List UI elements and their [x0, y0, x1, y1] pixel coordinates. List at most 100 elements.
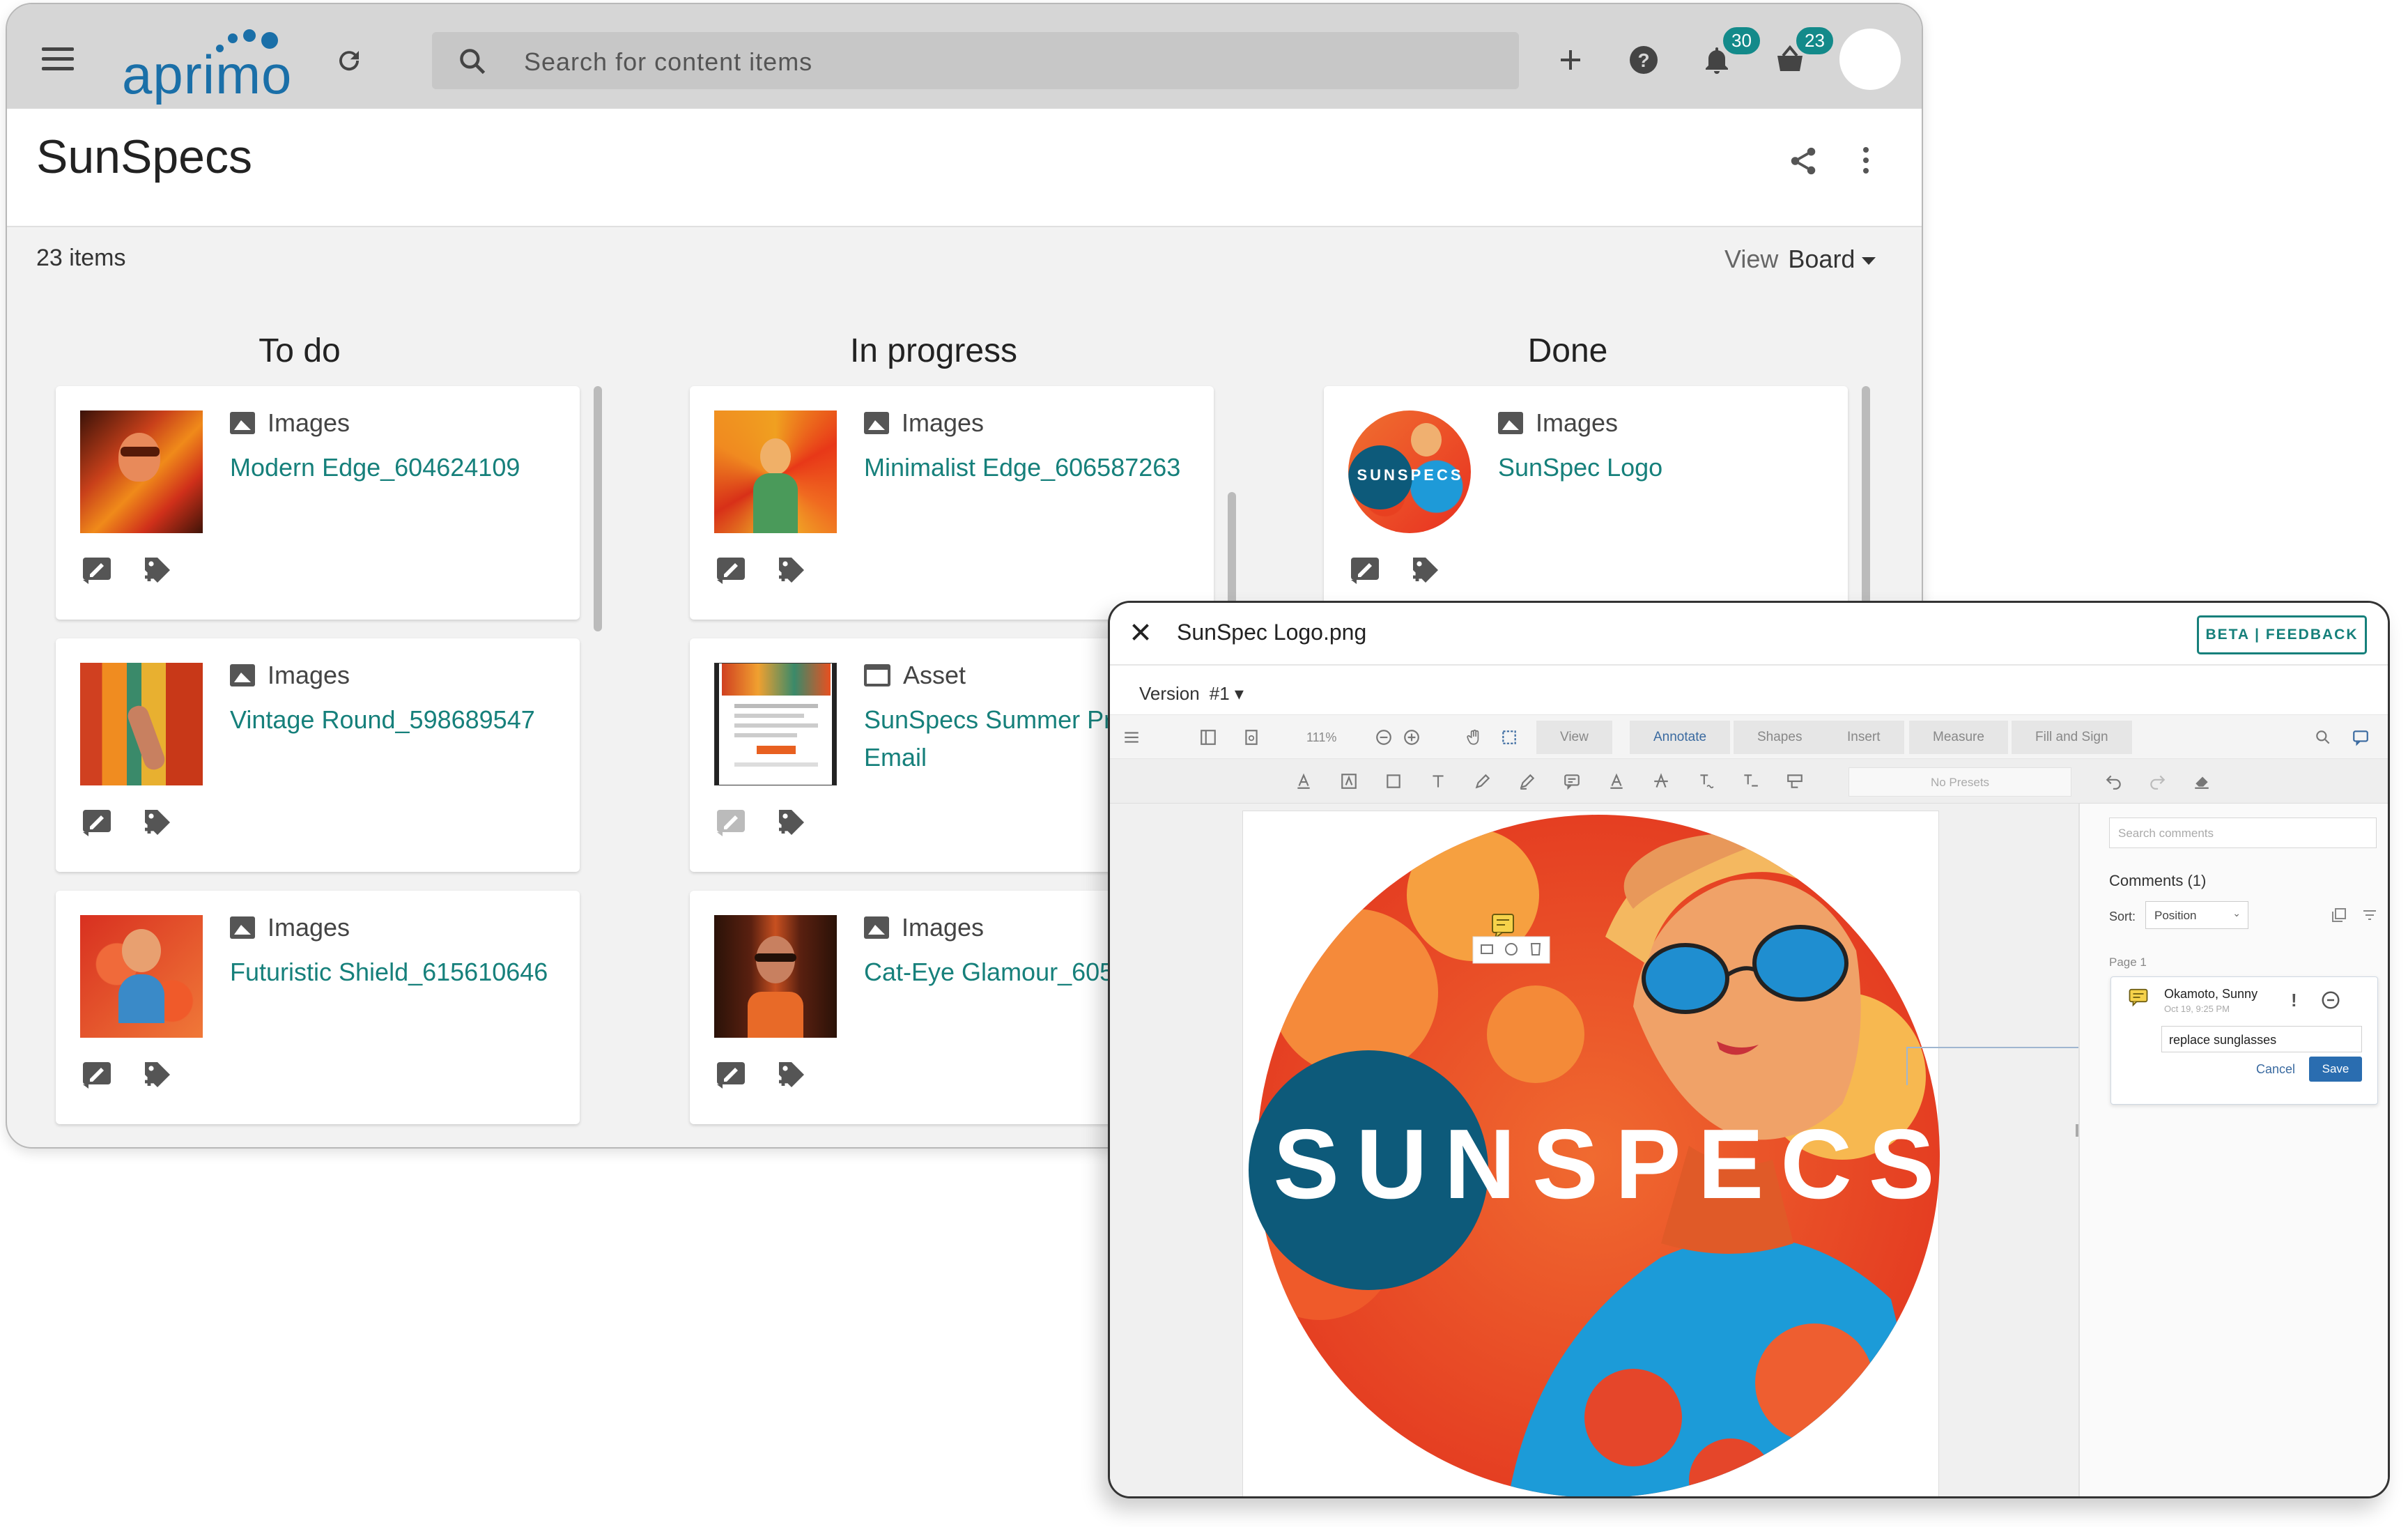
comment-date: Oct 19, 9:25 PM [2164, 1004, 2230, 1014]
sort-dropdown[interactable]: Position ⌄ [2145, 901, 2248, 929]
tab-shapes[interactable]: Shapes [1734, 721, 1826, 754]
add-tag-icon[interactable] [141, 1058, 174, 1091]
tab-measure[interactable]: Measure [1909, 721, 2008, 754]
board-card[interactable]: Images Vintage Round_598689547 [56, 638, 580, 872]
user-avatar[interactable] [1839, 29, 1901, 90]
strikeout-icon[interactable] [1652, 772, 1670, 790]
undo-icon[interactable] [2105, 772, 2123, 790]
add-tag-icon[interactable] [1409, 553, 1442, 587]
squiggly-icon[interactable] [1697, 772, 1715, 790]
cancel-button[interactable]: Cancel [2256, 1062, 2295, 1077]
annotate-icon[interactable] [80, 806, 114, 839]
page-header: SunSpecs [7, 109, 1922, 227]
card-title-link[interactable]: Modern Edge_604624109 [230, 449, 564, 486]
board-card[interactable]: Images Futuristic Shield_615610646 [56, 891, 580, 1124]
chevron-down-icon [1862, 256, 1876, 265]
free-text-icon[interactable] [1340, 772, 1358, 790]
svg-text:?: ? [1637, 49, 1649, 71]
tab-annotate[interactable]: Annotate [1630, 721, 1731, 754]
view-selector[interactable]: View Board [1724, 245, 1876, 274]
save-button[interactable]: Save [2309, 1057, 2362, 1082]
comment-text-input[interactable]: replace sunglasses [2161, 1026, 2362, 1052]
priority-icon[interactable]: ! [2291, 990, 2297, 1011]
aprimo-logo[interactable]: aprimo [122, 29, 310, 105]
pen-icon[interactable] [1474, 772, 1492, 790]
card-title-link[interactable]: Futuristic Shield_615610646 [230, 953, 564, 991]
comment-note-icon [2129, 988, 2148, 1007]
tab-insert[interactable]: Insert [1823, 721, 1904, 754]
comments-panel-icon[interactable] [2352, 728, 2370, 746]
image-type-icon [230, 916, 255, 939]
file-name: SunSpec Logo.png [1177, 620, 1367, 645]
add-tag-icon[interactable] [775, 1058, 808, 1091]
page-view-icon[interactable] [1242, 728, 1260, 746]
comments-heading: Comments (1) [2109, 872, 2207, 889]
add-tag-icon[interactable] [775, 806, 808, 839]
redo-icon[interactable] [2148, 772, 2166, 790]
tab-view[interactable]: View [1536, 721, 1612, 754]
pan-hand-icon[interactable] [1465, 728, 1483, 746]
image-type-icon [1498, 412, 1523, 434]
insert-text-icon[interactable] [1741, 772, 1759, 790]
annotate-icon[interactable] [80, 553, 114, 587]
card-title-link[interactable]: Minimalist Edge_606587263 [864, 449, 1198, 486]
callout-icon[interactable] [1786, 772, 1804, 790]
chevron-down-icon: ▾ [1234, 683, 1244, 704]
multi-select-icon[interactable] [2331, 907, 2347, 923]
pencil-icon[interactable] [1518, 772, 1536, 790]
zoom-level[interactable]: 111% [1306, 730, 1336, 745]
board-card[interactable]: Images Modern Edge_604624109 [56, 386, 580, 620]
document-canvas[interactable]: SUNSPECS [1110, 804, 2078, 1498]
board-card[interactable]: SUNSPECS Images SunSpec Logo [1324, 386, 1848, 620]
search-icon[interactable] [2314, 728, 2332, 746]
search-comments-input[interactable]: Search comments [2109, 818, 2377, 848]
annotate-icon[interactable] [714, 1058, 748, 1091]
underline-icon[interactable] [1607, 772, 1626, 790]
add-icon[interactable] [1554, 43, 1587, 77]
eraser-icon[interactable] [2193, 772, 2211, 790]
annotate-icon[interactable] [714, 553, 748, 587]
column-scrollbar[interactable] [594, 386, 602, 631]
tab-fill-and-sign[interactable]: Fill and Sign [2012, 721, 2132, 754]
image-type-icon [864, 916, 889, 939]
filter-icon[interactable] [2361, 907, 2378, 923]
add-tag-icon[interactable] [141, 806, 174, 839]
zoom-in-icon[interactable] [1403, 728, 1421, 746]
column-scrollbar[interactable] [1862, 386, 1870, 609]
menu-icon[interactable] [42, 47, 74, 71]
version-selector[interactable]: Version #1 ▾ [1139, 683, 1244, 705]
rectangle-icon[interactable] [1384, 772, 1403, 790]
status-icon[interactable] [2320, 990, 2341, 1011]
presets-dropdown[interactable]: No Presets [1849, 767, 2071, 797]
add-tag-icon[interactable] [775, 553, 808, 587]
close-icon[interactable] [1128, 620, 1153, 645]
sunspec-logo-image[interactable]: SUNSPECS [1243, 811, 1940, 1498]
help-icon[interactable]: ? [1627, 43, 1660, 77]
beta-feedback-button[interactable]: BETA | FEEDBACK [2197, 615, 2367, 654]
sort-label: Sort: [2109, 910, 2136, 923]
card-title-link[interactable]: SunSpec Logo [1498, 449, 1832, 486]
annotate-icon-disabled[interactable] [714, 806, 748, 839]
select-region-icon[interactable] [1500, 728, 1518, 746]
zoom-out-icon[interactable] [1375, 728, 1393, 746]
board-card[interactable]: Images Minimalist Edge_606587263 [690, 386, 1214, 620]
column-title-done: Done [1527, 332, 1608, 369]
chevron-down-icon: ⌄ [2232, 907, 2241, 919]
card-title-link[interactable]: Vintage Round_598689547 [230, 701, 564, 739]
thumbnail [80, 663, 203, 785]
refresh-icon[interactable] [334, 46, 364, 75]
more-options-icon[interactable] [1859, 147, 1873, 178]
thumbnail [714, 915, 837, 1038]
menu-icon[interactable] [1122, 728, 1141, 746]
annotate-icon[interactable] [1348, 553, 1382, 587]
highlight-text-icon[interactable] [1295, 772, 1313, 790]
comment-card[interactable]: Okamoto, Sunny Oct 19, 9:25 PM ! replace… [2110, 976, 2378, 1105]
search-bar[interactable]: Search for content items [432, 32, 1519, 89]
panel-toggle-icon[interactable] [1199, 728, 1217, 746]
share-icon[interactable] [1787, 145, 1819, 177]
annotate-icon[interactable] [80, 1058, 114, 1091]
add-tag-icon[interactable] [141, 553, 174, 587]
text-icon[interactable] [1429, 772, 1447, 790]
column-scrollbar[interactable] [1228, 492, 1236, 611]
comment-note-icon[interactable] [1563, 772, 1581, 790]
